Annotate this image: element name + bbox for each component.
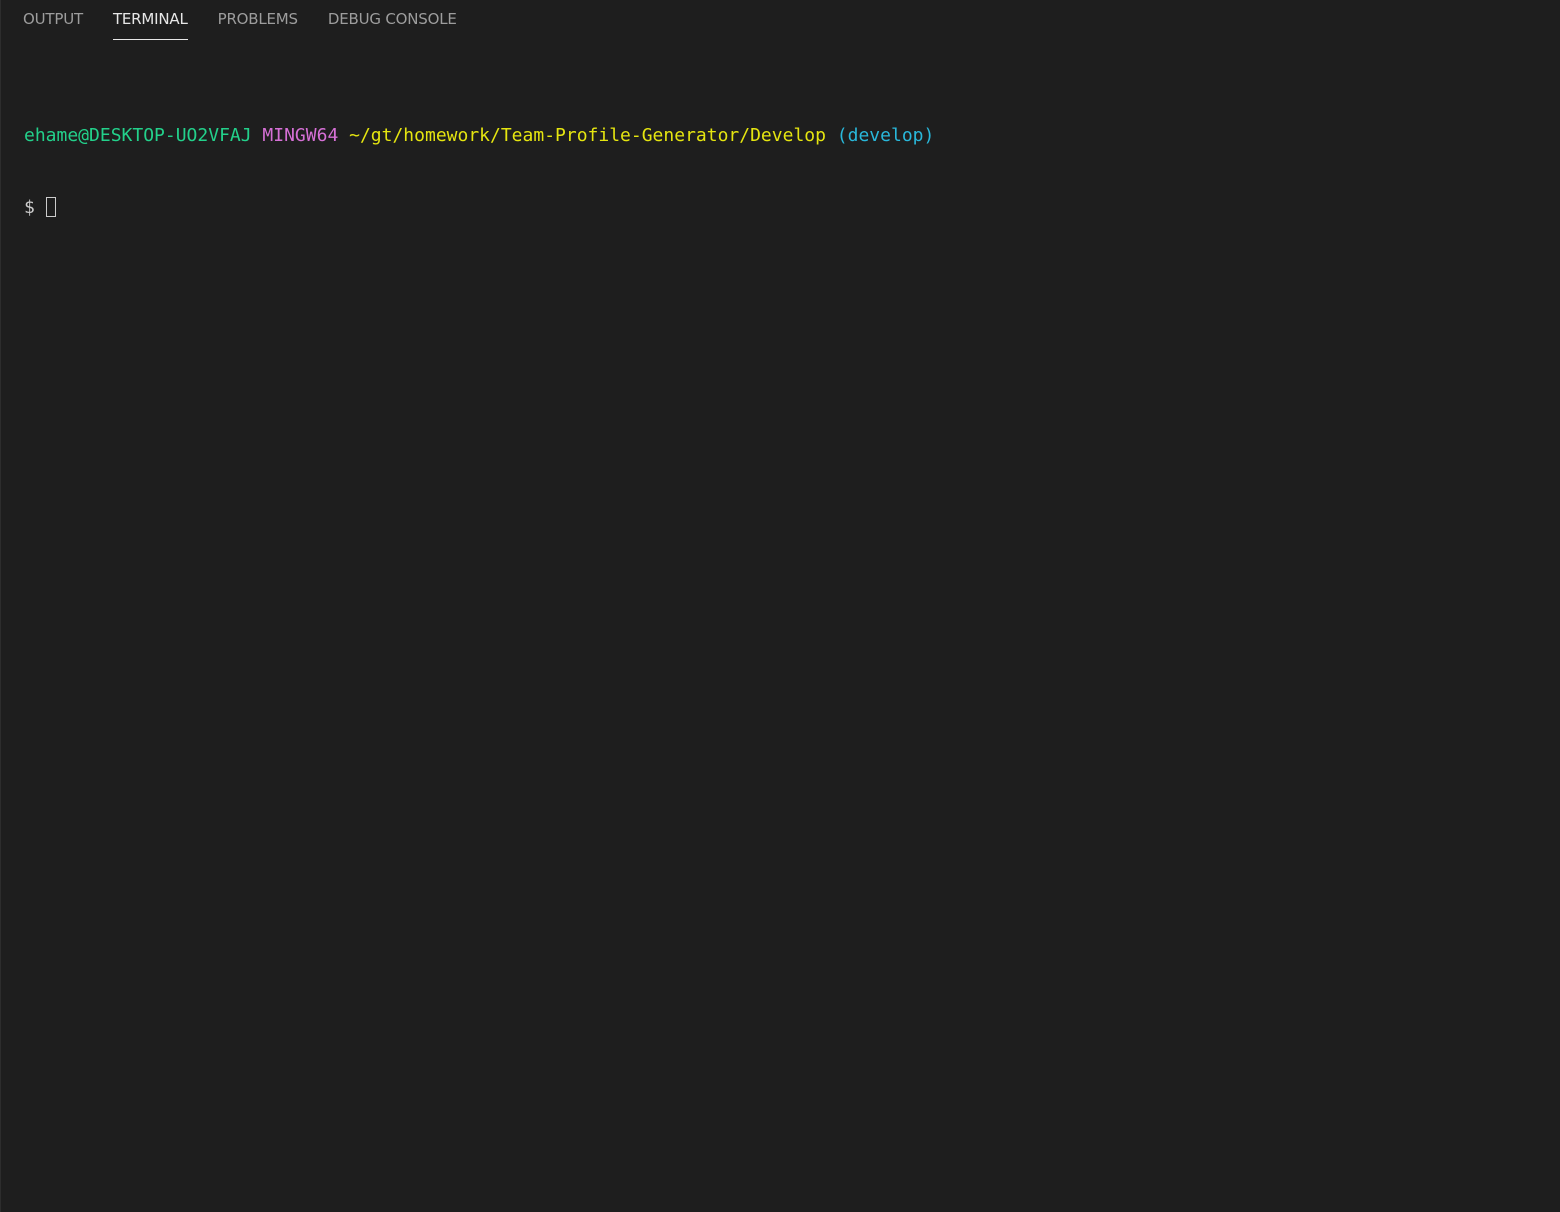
panel-tabs: OUTPUT TERMINAL PROBLEMS DEBUG CONSOLE: [1, 0, 487, 42]
prompt-line[interactable]: $: [24, 196, 1540, 220]
current-path: ~/gt/homework/Team-Profile-Generator/Dev…: [349, 125, 826, 146]
terminal-output[interactable]: ehame@DESKTOP-UO2VFAJ MINGW64 ~/gt/homew…: [24, 76, 1540, 268]
tab-problems[interactable]: PROBLEMS: [218, 0, 298, 39]
terminal-panel: OUTPUT TERMINAL PROBLEMS DEBUG CONSOLE e…: [0, 0, 1560, 1212]
tab-output[interactable]: OUTPUT: [23, 0, 83, 39]
prompt-symbol: $: [24, 197, 35, 218]
user-host: ehame@DESKTOP-UO2VFAJ: [24, 125, 252, 146]
shell-name: MINGW64: [262, 125, 339, 146]
prompt-info-line: ehame@DESKTOP-UO2VFAJ MINGW64 ~/gt/homew…: [24, 124, 1540, 148]
git-branch: (develop): [836, 125, 935, 146]
tab-terminal[interactable]: TERMINAL: [112, 0, 188, 40]
tab-debug-console[interactable]: DEBUG CONSOLE: [328, 0, 457, 39]
text-cursor: [45, 197, 56, 217]
